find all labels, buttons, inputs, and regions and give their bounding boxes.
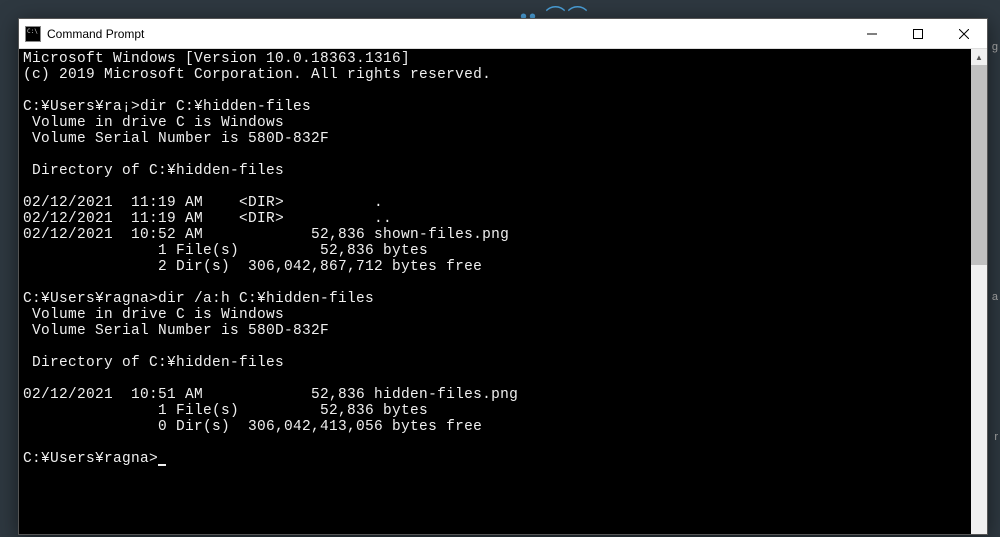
command-prompt-window: Command Prompt Microsoft Windows [Versio…: [18, 18, 988, 535]
output-line: Microsoft Windows [Version 10.0.18363.13…: [23, 51, 410, 67]
scroll-thumb[interactable]: [971, 65, 987, 265]
output-line: (c) 2019 Microsoft Corporation. All righ…: [23, 67, 491, 83]
dir-entry: 02/12/2021 10:51 AM 52,836 hidden-files.…: [23, 387, 518, 403]
vertical-scrollbar[interactable]: ▲: [971, 49, 987, 534]
summary-line: 0 Dir(s) 306,042,413,056 bytes free: [23, 419, 482, 435]
dir-entry: 02/12/2021 10:52 AM 52,836 shown-files.p…: [23, 227, 509, 243]
scroll-up-arrow[interactable]: ▲: [971, 49, 987, 65]
app-icon: [25, 26, 41, 42]
prompt-line: C:¥Users¥ra¡>dir C:¥hidden-files: [23, 99, 311, 115]
output-line: Directory of C:¥hidden-files: [23, 355, 284, 371]
dir-entry: 02/12/2021 11:19 AM <DIR> .: [23, 195, 383, 211]
output-line: Volume in drive C is Windows: [23, 307, 284, 323]
side-char-3: r: [994, 430, 998, 444]
maximize-button[interactable]: [895, 19, 941, 48]
output-line: Volume Serial Number is 580D-832F: [23, 323, 329, 339]
titlebar[interactable]: Command Prompt: [19, 19, 987, 49]
prompt-line: C:¥Users¥ragna>: [23, 451, 158, 467]
terminal-output[interactable]: Microsoft Windows [Version 10.0.18363.13…: [19, 49, 987, 534]
summary-line: 1 File(s) 52,836 bytes: [23, 403, 428, 419]
close-button[interactable]: [941, 19, 987, 48]
minimize-button[interactable]: [849, 19, 895, 48]
output-line: Volume in drive C is Windows: [23, 115, 284, 131]
prompt-line: C:¥Users¥ragna>dir /a:h C:¥hidden-files: [23, 291, 374, 307]
summary-line: 1 File(s) 52,836 bytes: [23, 243, 428, 259]
window-title: Command Prompt: [47, 27, 849, 41]
window-controls: [849, 19, 987, 48]
side-char-2: a: [992, 290, 998, 304]
side-char-1: g: [992, 40, 998, 54]
cursor: [158, 464, 166, 466]
dir-entry: 02/12/2021 11:19 AM <DIR> ..: [23, 211, 392, 227]
output-line: Directory of C:¥hidden-files: [23, 163, 284, 179]
summary-line: 2 Dir(s) 306,042,867,712 bytes free: [23, 259, 482, 275]
output-line: Volume Serial Number is 580D-832F: [23, 131, 329, 147]
